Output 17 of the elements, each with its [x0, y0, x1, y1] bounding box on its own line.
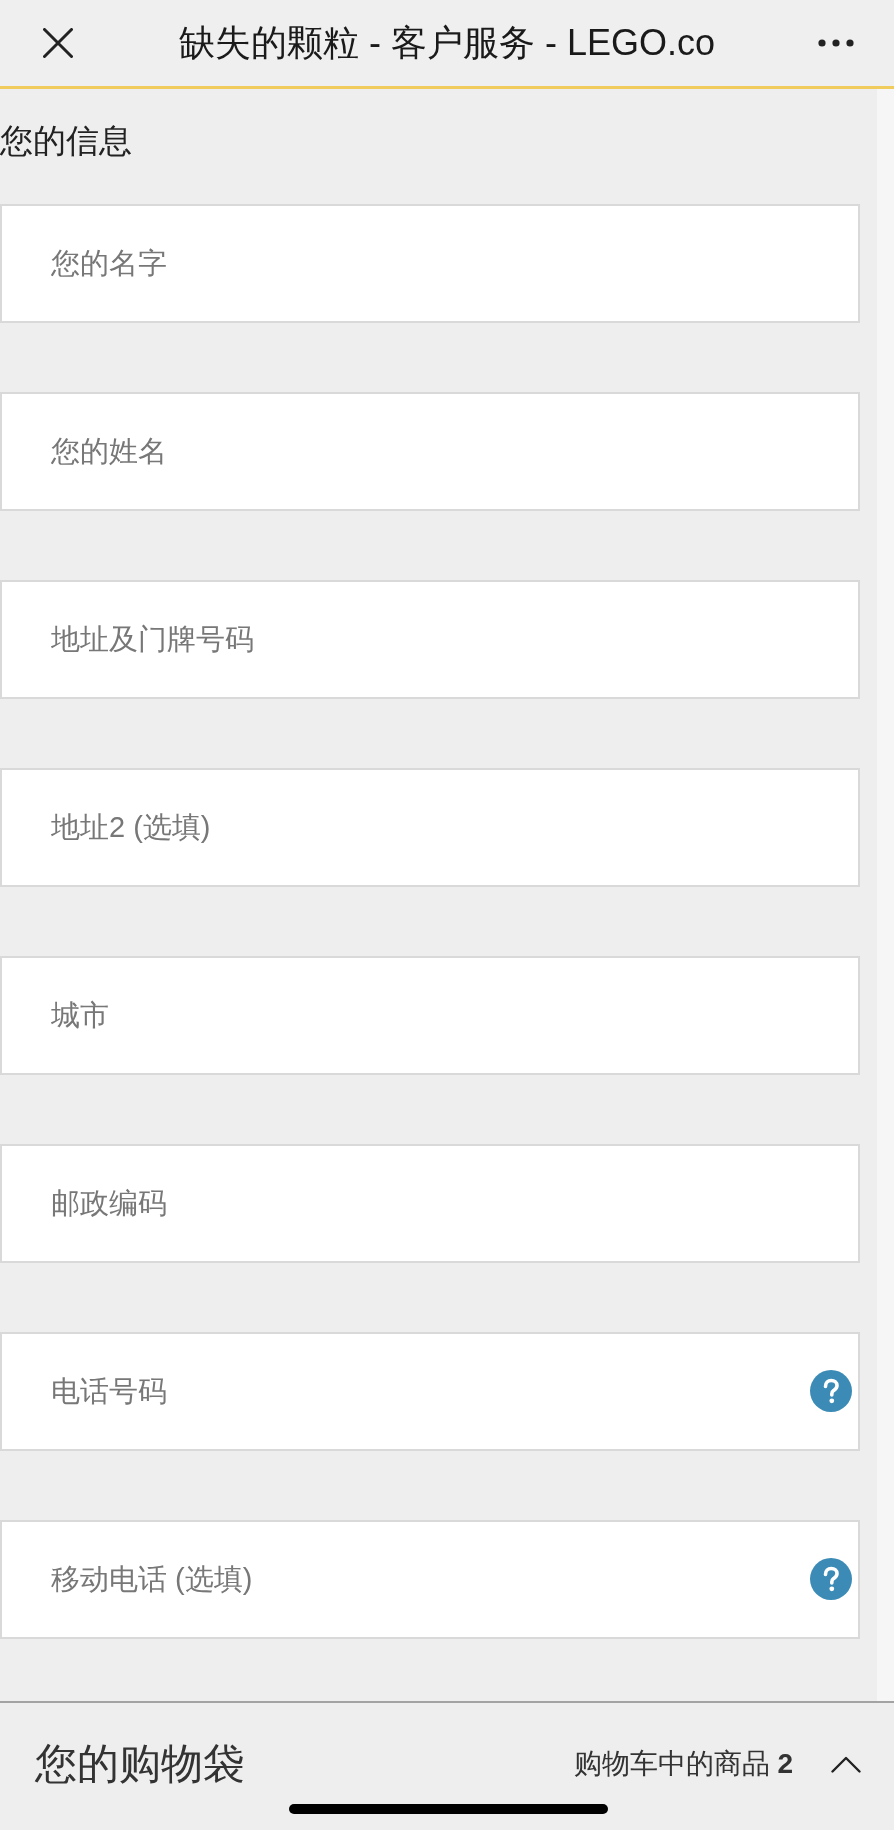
- input-field[interactable]: 城市: [0, 956, 860, 1075]
- section-title: 您的信息: [0, 121, 133, 161]
- help-icon[interactable]: [810, 1558, 852, 1600]
- input-field[interactable]: 地址及门牌号码: [0, 580, 860, 699]
- input-field[interactable]: 移动电话 (选填): [0, 1520, 860, 1639]
- input-field[interactable]: 邮政编码: [0, 1144, 860, 1263]
- input-field[interactable]: 您的姓名: [0, 392, 860, 511]
- close-icon: [43, 28, 73, 58]
- page-title: 缺失的颗粒 - 客户服务 - LEGO.co: [177, 20, 716, 65]
- shopping-bag-title: 您的购物袋: [35, 1741, 246, 1787]
- more-icon: [818, 39, 854, 47]
- help-icon[interactable]: [810, 1370, 852, 1412]
- cart-item-count: 购物车中的商品 2: [573, 1747, 793, 1781]
- input-field[interactable]: 您的名字: [0, 204, 860, 323]
- input-field[interactable]: 电话号码: [0, 1332, 860, 1451]
- input-field[interactable]: 地址2 (选填): [0, 768, 860, 887]
- chevron-icon[interactable]: [831, 1755, 861, 1773]
